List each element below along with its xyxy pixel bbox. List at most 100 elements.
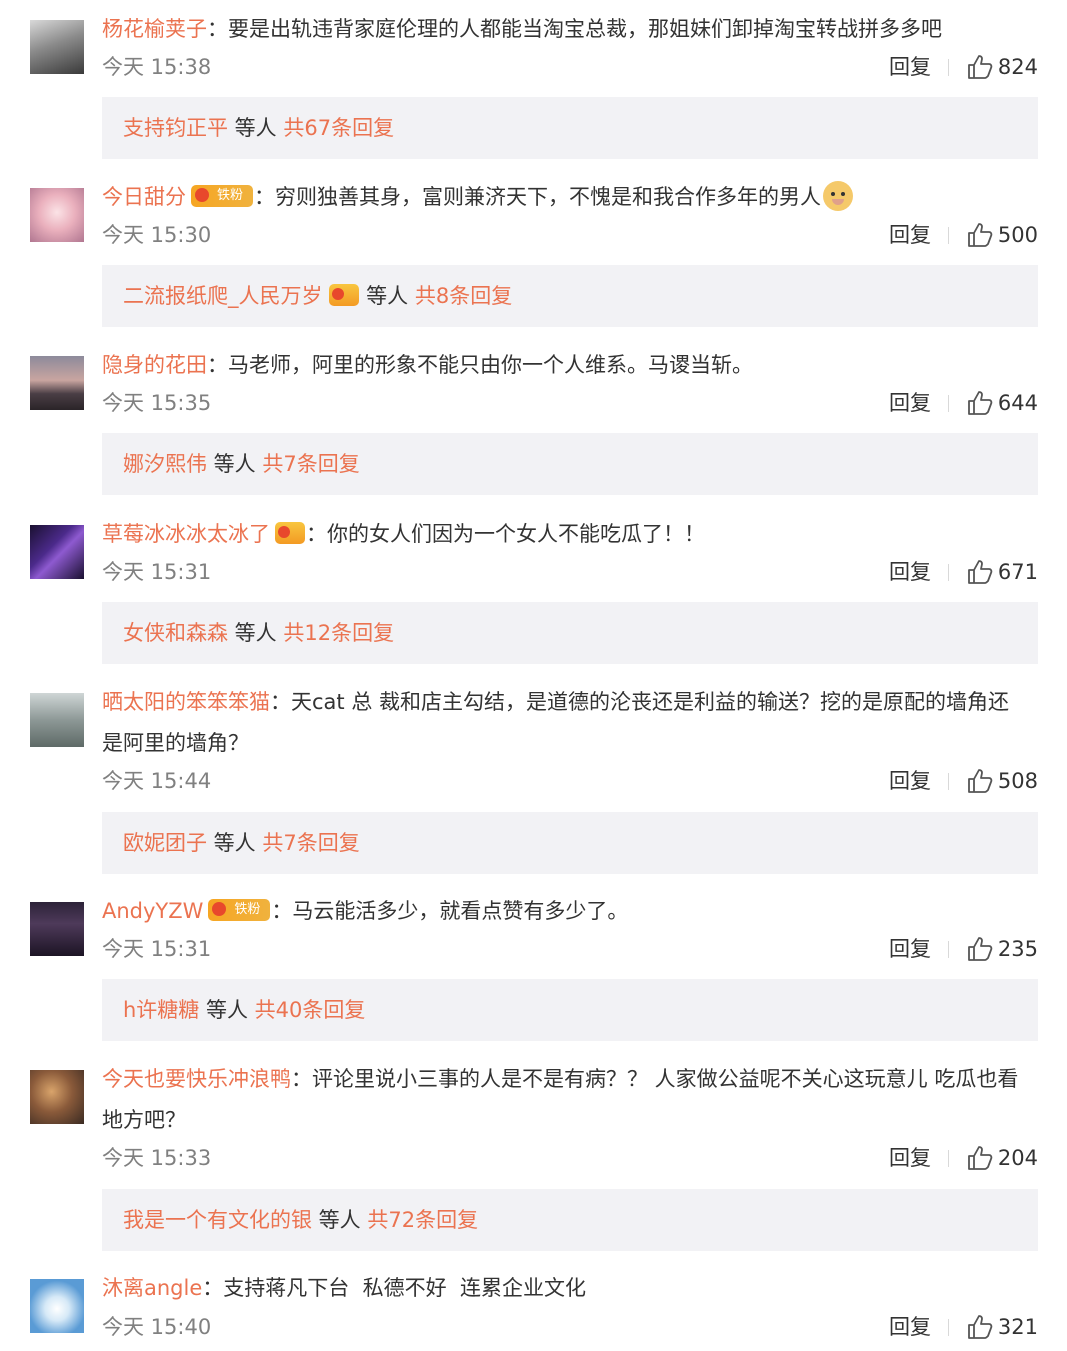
- reply-summary[interactable]: 二流报纸爬_人民万岁 等人 共8条回复: [102, 265, 1038, 327]
- like-count: 500: [997, 223, 1038, 247]
- thumbs-up-icon[interactable]: [967, 222, 993, 248]
- reply-summary[interactable]: 娜汐熙伟 等人 共7条回复: [102, 433, 1038, 495]
- user-nickname[interactable]: AndyYZW: [102, 899, 203, 923]
- comment-time: 今天 15:38: [102, 55, 212, 79]
- comment-text: 你的女人们因为一个女人不能吃瓜了！！: [327, 522, 705, 546]
- like-count: 508: [997, 769, 1038, 793]
- reply-button[interactable]: 回复: [889, 388, 931, 418]
- divider: [948, 59, 949, 76]
- comment-meta: 今天 15:31 回复 671: [102, 557, 1038, 587]
- reply-button[interactable]: 回复: [889, 220, 931, 250]
- comment-meta: 今天 15:44 回复 508: [102, 766, 1038, 796]
- user-nickname[interactable]: 沐离angle: [102, 1276, 202, 1300]
- divider: [948, 227, 949, 244]
- reply-total-link[interactable]: 共7条回复: [262, 452, 359, 476]
- comment-time: 今天 15:33: [102, 1146, 212, 1170]
- reply-summary[interactable]: 欧妮团子 等人 共7条回复: [102, 812, 1038, 874]
- reply-total-link[interactable]: 共67条回复: [283, 116, 394, 140]
- reply-total-link[interactable]: 共40条回复: [255, 998, 366, 1022]
- comment-text: 天cat 总 裁和店主勾结，是道德的沦丧还是利益的输送？挖的是原配的墙角还: [291, 690, 1009, 714]
- user-nickname[interactable]: 草莓冰冰冰太冰了: [102, 522, 270, 546]
- reply-user[interactable]: 支持钧正平: [123, 116, 228, 140]
- crown-badge-icon: [275, 522, 305, 544]
- user-nickname[interactable]: 隐身的花田: [102, 353, 207, 377]
- comment-time: 今天 15:31: [102, 560, 212, 584]
- like-count: 644: [997, 391, 1038, 415]
- thumbs-up-icon[interactable]: [967, 54, 993, 80]
- reply-button[interactable]: 回复: [889, 1143, 931, 1173]
- divider: [948, 564, 949, 581]
- avatar[interactable]: [30, 20, 84, 74]
- comment-meta: 今天 15:35 回复 644: [102, 388, 1038, 418]
- like-count: 321: [997, 1315, 1038, 1339]
- reply-user[interactable]: 娜汐熙伟: [123, 452, 207, 476]
- comment-text: 马老师，阿里的形象不能只由你一个人维系。马谡当斩。: [228, 353, 753, 377]
- comment-time: 今天 15:40: [102, 1315, 212, 1339]
- reply-summary[interactable]: 支持钧正平 等人 共67条回复: [102, 97, 1038, 159]
- reply-total-link[interactable]: 共7条回复: [262, 831, 359, 855]
- avatar[interactable]: [30, 693, 84, 747]
- like-count: 235: [997, 937, 1038, 961]
- user-nickname[interactable]: 今天也要快乐冲浪鸭: [102, 1067, 291, 1091]
- comment-meta: 今天 15:40 回复 321: [102, 1312, 1038, 1342]
- divider: [948, 941, 949, 958]
- comment-time: 今天 15:44: [102, 769, 212, 793]
- thumbs-up-icon[interactable]: [967, 1314, 993, 1340]
- thumbs-up-icon[interactable]: [967, 768, 993, 794]
- comment-time: 今天 15:31: [102, 937, 212, 961]
- reply-button[interactable]: 回复: [889, 766, 931, 796]
- comment-text: 评论里说小三事的人是不是有病？？ 人家做公益呢不关心这玩意儿 吃瓜也看: [312, 1067, 1019, 1091]
- avatar[interactable]: [30, 188, 84, 242]
- avatar[interactable]: [30, 356, 84, 410]
- reply-user[interactable]: 女侠和森森: [123, 621, 228, 645]
- reply-button[interactable]: 回复: [889, 934, 931, 964]
- comment-text: 穷则独善其身，富则兼济天下，不愧是和我合作多年的男人: [275, 185, 821, 209]
- thumbs-up-icon[interactable]: [967, 559, 993, 585]
- user-nickname[interactable]: 晒太阳的笨笨笨猫: [102, 690, 270, 714]
- like-count: 671: [997, 560, 1038, 584]
- comment-text: 马云能活多少，就看点赞有多少了。: [292, 899, 629, 923]
- divider: [948, 1150, 949, 1167]
- reply-button[interactable]: 回复: [889, 1312, 931, 1342]
- reply-user[interactable]: 欧妮团子: [123, 831, 207, 855]
- thumbs-up-icon[interactable]: [967, 390, 993, 416]
- like-count: 204: [997, 1146, 1038, 1170]
- reply-button[interactable]: 回复: [889, 557, 931, 587]
- divider: [948, 395, 949, 412]
- comment-time: 今天 15:30: [102, 223, 212, 247]
- reply-total-link[interactable]: 共12条回复: [283, 621, 394, 645]
- comment-text: 支持蒋凡下台 私德不好 连累企业文化: [223, 1276, 586, 1300]
- reply-user[interactable]: 我是一个有文化的银: [123, 1208, 312, 1232]
- reply-summary[interactable]: 我是一个有文化的银 等人 共72条回复: [102, 1189, 1038, 1251]
- fan-badge: 铁粉: [191, 185, 253, 207]
- doge-emoji-icon: [823, 181, 853, 211]
- reply-total-link[interactable]: 共72条回复: [367, 1208, 478, 1232]
- reply-user[interactable]: 二流报纸爬_人民万岁: [123, 284, 323, 308]
- avatar[interactable]: [30, 525, 84, 579]
- reply-etc: 等人: [228, 116, 284, 140]
- colon: ：: [207, 17, 228, 41]
- user-nickname[interactable]: 今日甜分: [102, 185, 186, 209]
- comment-text-continued: 地方吧？: [102, 1108, 186, 1132]
- thumbs-up-icon[interactable]: [967, 936, 993, 962]
- crown-badge-icon: [328, 284, 359, 306]
- avatar[interactable]: [30, 902, 84, 956]
- comment-meta: 今天 15:38 回复 824: [102, 52, 1038, 82]
- like-count: 824: [997, 55, 1038, 79]
- comment-meta: 今天 15:33 回复 204: [102, 1143, 1038, 1173]
- thumbs-up-icon[interactable]: [967, 1145, 993, 1171]
- reply-summary[interactable]: 女侠和森森 等人 共12条回复: [102, 602, 1038, 664]
- reply-total-link[interactable]: 共8条回复: [415, 284, 512, 308]
- comment-meta: 今天 15:31 回复 235: [102, 934, 1038, 964]
- reply-summary[interactable]: h许糖糖 等人 共40条回复: [102, 979, 1038, 1041]
- divider: [948, 773, 949, 790]
- user-nickname[interactable]: 杨花榆荚子: [102, 17, 207, 41]
- comment-meta: 今天 15:30 回复 500: [102, 220, 1038, 250]
- reply-user[interactable]: h许糖糖: [123, 998, 199, 1022]
- avatar[interactable]: [30, 1279, 84, 1333]
- fan-badge: 铁粉: [208, 899, 271, 921]
- reply-button[interactable]: 回复: [889, 52, 931, 82]
- divider: [948, 1319, 949, 1336]
- comment-text: 要是出轨违背家庭伦理的人都能当淘宝总裁，那姐妹们卸掉淘宝转战拼多多吧: [228, 17, 942, 41]
- avatar[interactable]: [30, 1070, 84, 1124]
